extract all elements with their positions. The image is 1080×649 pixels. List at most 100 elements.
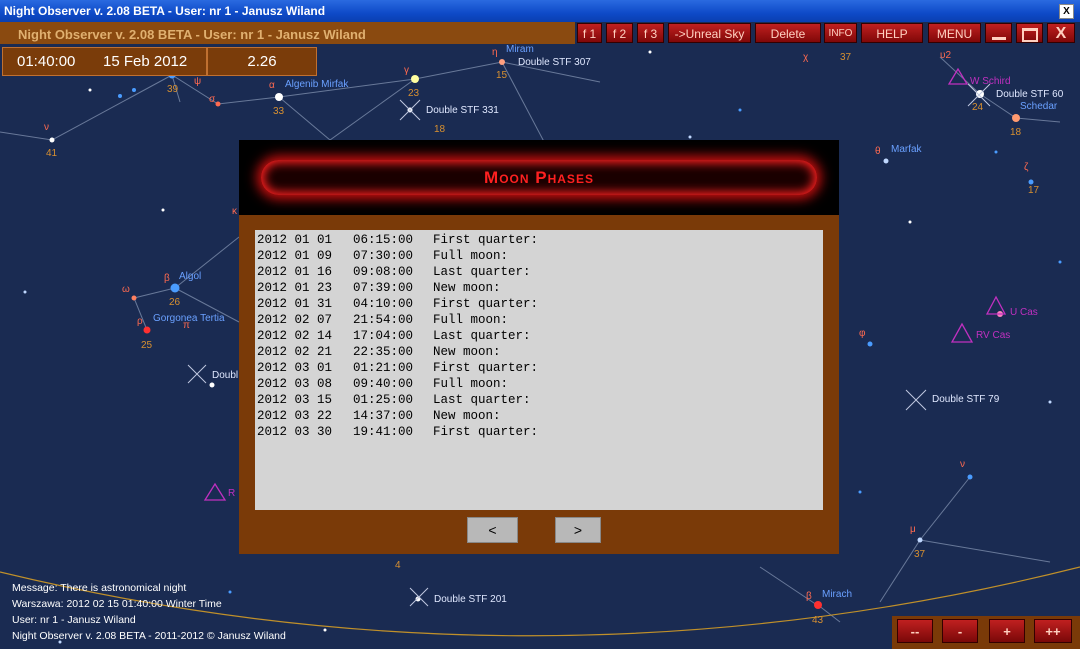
f2-button[interactable]: f 2	[606, 23, 633, 43]
menu-button[interactable]: MENU	[928, 23, 981, 43]
phase-time: 01:25:00	[353, 393, 414, 407]
var-label-u-cas: U Cas	[1010, 307, 1038, 318]
star-number: 4	[395, 560, 401, 571]
phase-phase: First quarter:	[433, 361, 539, 375]
zoom-out-button[interactable]: -	[942, 619, 978, 643]
greek-letter: ω	[122, 284, 130, 295]
greek-letter: ψ	[194, 76, 202, 87]
status-area: Message: There is astronomical night War…	[12, 580, 286, 644]
f3-button[interactable]: f 3	[637, 23, 664, 43]
greek-letter: β	[164, 273, 170, 284]
double-label-stf307: Double STF 307	[518, 57, 591, 68]
star-number: 17	[1028, 185, 1040, 196]
phase-time: 21:54:00	[353, 313, 414, 327]
maximize-button[interactable]	[1016, 23, 1043, 43]
phase-date: 2012 02 21	[257, 345, 333, 359]
phase-phase: First quarter:	[433, 297, 539, 311]
phase-time: 22:35:00	[353, 345, 414, 359]
minimize-icon	[991, 37, 1006, 41]
star-number: 37	[840, 52, 852, 63]
greek-letter: θ	[875, 146, 881, 157]
status-user: User: nr 1 - Janusz Wiland	[12, 614, 136, 626]
phase-time: 04:10:00	[353, 297, 414, 311]
info-button[interactable]: INFO	[824, 23, 857, 43]
phase-phase: First quarter:	[433, 425, 539, 439]
phase-phase: Last quarter:	[433, 265, 531, 279]
star-number: 23	[408, 88, 420, 99]
phase-date: 2012 01 01	[257, 233, 333, 247]
phase-phase: Last quarter:	[433, 393, 531, 407]
phase-phase: New moon:	[433, 409, 501, 423]
star-label-schedar: Schedar	[1020, 101, 1058, 112]
minimize-button[interactable]	[985, 23, 1012, 43]
phase-date: 2012 03 08	[257, 377, 333, 391]
greek-letter: η	[492, 47, 498, 58]
phase-time: 01:21:00	[353, 361, 414, 375]
phase-date: 2012 01 23	[257, 281, 333, 295]
phase-time: 06:15:00	[353, 233, 414, 247]
phase-date: 2012 03 30	[257, 425, 333, 439]
date-value: 15 Feb 2012	[103, 53, 188, 70]
moon-phases-list[interactable]: 2012 01 01 06:15:00 First quarter: 2012 01 …	[255, 230, 823, 510]
phase-time: 19:41:00	[353, 425, 414, 439]
phase-date: 2012 02 07	[257, 313, 333, 327]
phase-date: 2012 01 16	[257, 265, 333, 279]
double-label-stf79: Double STF 79	[932, 394, 1000, 405]
phase-date: 2012 01 31	[257, 297, 333, 311]
phase-phase: Full moon:	[433, 313, 509, 327]
window-close-button[interactable]: X	[1059, 4, 1074, 19]
moon-phases-panel: Moon Phases 2012 01 01 06:15:00 First quar…	[239, 140, 839, 554]
var-label-r: R	[228, 488, 236, 499]
status-location: Warszawa: 2012 02 15 01:40:00 Winter Tim…	[12, 598, 222, 610]
phase-time: 09:40:00	[353, 377, 414, 391]
app-close-button[interactable]: X	[1047, 23, 1075, 43]
prev-button[interactable]: <	[467, 517, 518, 543]
panel-header: Moon Phases	[239, 140, 839, 215]
unreal-sky-button[interactable]: ->Unreal Sky	[668, 23, 751, 43]
greek-letter: γ	[404, 65, 409, 76]
double-label-stf201: Double STF 201	[434, 594, 507, 605]
phase-phase: Full moon:	[433, 377, 509, 391]
window-titlebar: Night Observer v. 2.08 BETA - User: nr 1…	[0, 0, 1080, 22]
phase-phase: Last quarter:	[433, 329, 531, 343]
star-number: 18	[434, 124, 446, 135]
star-number: 25	[141, 340, 153, 351]
star-label-marfak: Marfak	[891, 144, 922, 155]
zoom-out-more-button[interactable]: --	[897, 619, 933, 643]
zoom-in-button[interactable]: +	[989, 619, 1025, 643]
greek-letter: ρ	[137, 316, 143, 327]
help-button[interactable]: HELP	[861, 23, 923, 43]
time-display: 01:40:00 15 Feb 2012	[2, 47, 207, 76]
star-number: 43	[812, 615, 824, 626]
phase-phase: New moon:	[433, 345, 501, 359]
phase-phase: First quarter:	[433, 233, 539, 247]
star-number: 15	[496, 70, 508, 81]
star-number: 24	[972, 102, 984, 113]
phase-date: 2012 01 09	[257, 249, 333, 263]
zoom-in-more-button[interactable]: ++	[1034, 619, 1072, 643]
star-number: 41	[46, 148, 58, 159]
phase-time: 17:04:00	[353, 329, 414, 343]
phase-date: 2012 03 22	[257, 409, 333, 423]
status-message: Message: There is astronomical night	[12, 582, 187, 594]
var-label-w-schird: W Schird	[970, 76, 1011, 87]
delete-button[interactable]: Delete	[755, 23, 821, 43]
phase-time: 07:30:00	[353, 249, 414, 263]
next-button[interactable]: >	[555, 517, 601, 543]
greek-letter: χ	[803, 52, 809, 63]
phase-phase: New moon:	[433, 281, 501, 295]
greek-letter: κ	[232, 206, 237, 217]
star-number: 39	[167, 84, 179, 95]
header-title: Night Observer v. 2.08 BETA - User: nr 1…	[18, 27, 366, 42]
phase-time: 09:08:00	[353, 265, 414, 279]
maximize-icon	[1021, 27, 1038, 42]
greek-letter: σ	[209, 94, 216, 105]
phase-phase: Full moon:	[433, 249, 509, 263]
star-label-algenib: Algenib Mirfak	[285, 79, 349, 90]
status-copyright: Night Observer v. 2.08 BETA - 2011-2012 …	[12, 630, 286, 642]
f1-button[interactable]: f 1	[577, 23, 602, 43]
greek-letter: ν	[960, 459, 965, 470]
star-label-algol: Algol	[179, 271, 202, 282]
star-label-mirach: Mirach	[822, 589, 853, 600]
greek-letter: φ	[859, 328, 866, 339]
